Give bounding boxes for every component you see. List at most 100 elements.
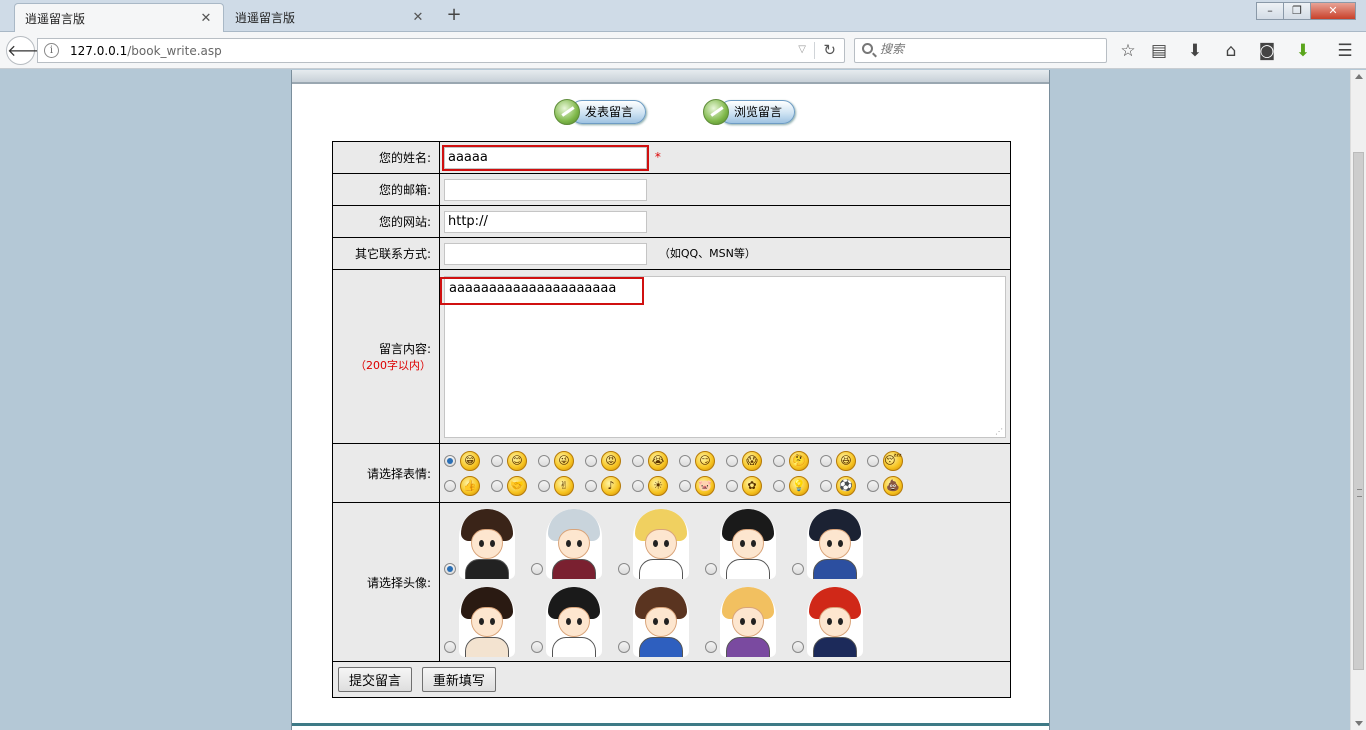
emoticon-option[interactable]: 😜: [538, 450, 585, 471]
avatar-radio[interactable]: [792, 641, 804, 653]
tab-close-icon[interactable]: ✕: [199, 11, 213, 26]
email-field[interactable]: [444, 178, 647, 201]
home-icon[interactable]: ⌂: [1220, 40, 1242, 62]
menu-hamburger-icon[interactable]: ☰: [1334, 40, 1356, 62]
avatar-option[interactable]: [531, 585, 618, 657]
emoticon-radio[interactable]: [726, 479, 738, 492]
reading-list-icon[interactable]: ▤: [1148, 40, 1170, 62]
avatar-option[interactable]: [705, 507, 792, 579]
emoticon-radio[interactable]: [679, 454, 691, 467]
emoticon-radio[interactable]: [773, 479, 785, 492]
emoticon-radio[interactable]: [491, 479, 503, 492]
reload-icon[interactable]: ↻: [823, 41, 836, 59]
scroll-up-arrow-icon[interactable]: [1355, 74, 1363, 79]
emoticon-radio[interactable]: [491, 454, 503, 467]
avatar-option[interactable]: [792, 507, 879, 579]
content-label: 留言内容:: [378, 342, 431, 356]
emoticon-radio[interactable]: [538, 454, 550, 467]
emoticon-radio[interactable]: [632, 454, 644, 467]
emoticon-option[interactable]: 😭: [632, 450, 679, 471]
name-field[interactable]: [442, 144, 649, 171]
emoticon-radio[interactable]: [538, 479, 550, 492]
restore-button[interactable]: ❐: [1283, 2, 1311, 20]
avatar-radio[interactable]: [792, 563, 804, 575]
scrollbar-thumb[interactable]: [1353, 152, 1364, 670]
website-field[interactable]: [444, 210, 647, 233]
avatar-image: [459, 509, 515, 579]
content-textarea[interactable]: aaaaaaaaaaaaaaaaaaaaa: [444, 275, 1006, 438]
reset-form-button[interactable]: 重新填写: [421, 667, 496, 692]
avatar-radio[interactable]: [705, 641, 717, 653]
emoticon-option[interactable]: 🤔: [773, 450, 820, 471]
emoticon-radio[interactable]: [632, 479, 644, 492]
other-contact-field[interactable]: [444, 242, 647, 265]
emoticon-radio[interactable]: [726, 454, 738, 467]
write-message-button[interactable]: 发表留言: [554, 95, 647, 129]
tab-inactive[interactable]: 逍遥留言版 ✕: [225, 3, 435, 32]
emoticon-option[interactable]: ⚽: [820, 475, 867, 496]
emoticon-option[interactable]: 😱: [726, 450, 773, 471]
emoticon-radio[interactable]: [585, 454, 597, 467]
vertical-scrollbar[interactable]: [1350, 70, 1366, 730]
emoticon-option[interactable]: 😆: [820, 450, 867, 471]
emoticon-radio[interactable]: [820, 454, 832, 467]
downloads-arrow-icon[interactable]: ⬇: [1184, 40, 1206, 62]
emoticon-option[interactable]: 🤝: [491, 475, 538, 496]
scroll-down-arrow-icon[interactable]: [1355, 721, 1363, 726]
back-arrow-icon[interactable]: 🡐: [6, 36, 50, 65]
resize-grip-icon[interactable]: ⋰: [995, 427, 1003, 436]
browse-messages-button[interactable]: 浏览留言: [703, 95, 796, 129]
avatar-option[interactable]: [531, 507, 618, 579]
emoticon-option[interactable]: 👍: [444, 475, 491, 496]
pocket-icon[interactable]: ◙: [1256, 40, 1278, 62]
avatar-option[interactable]: [618, 585, 705, 657]
avatar-option[interactable]: [618, 507, 705, 579]
emoticon-option[interactable]: ✿: [726, 475, 773, 496]
emoticon-option[interactable]: ☀: [632, 475, 679, 496]
emoticon-option[interactable]: 😡: [585, 450, 632, 471]
emoticon-option[interactable]: 😏: [679, 450, 726, 471]
avatar-radio[interactable]: [444, 563, 456, 575]
avatar-option[interactable]: [444, 585, 531, 657]
avatar-option[interactable]: [444, 507, 531, 579]
emoticon-option[interactable]: 😴: [867, 450, 914, 471]
emoticon-radio[interactable]: [820, 479, 832, 492]
minimize-button[interactable]: –: [1256, 2, 1284, 20]
emoticon-option[interactable]: 🐷: [679, 475, 726, 496]
url-text[interactable]: 127.0.0.1/book_write.asp: [70, 44, 222, 58]
avatar-radio[interactable]: [705, 563, 717, 575]
tab-active[interactable]: 逍遥留言版 ✕: [14, 3, 224, 32]
emoticon-radio[interactable]: [867, 454, 879, 467]
emoticon-option[interactable]: ✌: [538, 475, 585, 496]
url-dropdown-icon[interactable]: ▽: [798, 44, 806, 55]
emoticon-radio[interactable]: [444, 479, 456, 492]
new-tab-plus-icon[interactable]: +: [442, 5, 466, 27]
avatar-radio[interactable]: [444, 641, 456, 653]
bookmark-star-icon[interactable]: ☆: [1117, 40, 1139, 62]
emoticon-radio[interactable]: [679, 479, 691, 492]
url-bar[interactable]: i 127.0.0.1/book_write.asp ▽ ↻: [37, 38, 845, 63]
emoticon-radio[interactable]: [867, 479, 879, 492]
site-info-icon[interactable]: i: [44, 43, 59, 58]
browse-messages-label: 浏览留言: [719, 100, 796, 124]
avatar-radio[interactable]: [531, 563, 543, 575]
search-bar[interactable]: [854, 38, 1107, 63]
avatar-radio[interactable]: [531, 641, 543, 653]
submit-message-button[interactable]: 提交留言: [338, 667, 413, 692]
emoticon-option[interactable]: ♪: [585, 475, 632, 496]
tab-close-icon[interactable]: ✕: [411, 10, 425, 25]
emoticon-radio[interactable]: [585, 479, 597, 492]
avatar-option[interactable]: [792, 585, 879, 657]
emoticon-option[interactable]: 😊: [491, 450, 538, 471]
avatar-radio[interactable]: [618, 641, 630, 653]
emoticon-radio[interactable]: [773, 454, 785, 467]
emoticon-option[interactable]: 💡: [773, 475, 820, 496]
emoticon-option[interactable]: 😁: [444, 450, 491, 471]
emoticon-radio[interactable]: [444, 454, 456, 467]
emoticon-option[interactable]: 💩: [867, 475, 914, 496]
close-window-button[interactable]: ✕: [1310, 2, 1356, 20]
avatar-radio[interactable]: [618, 563, 630, 575]
search-input[interactable]: [880, 42, 1100, 56]
addon-download-icon[interactable]: ⬇: [1292, 40, 1314, 62]
avatar-option[interactable]: [705, 585, 792, 657]
